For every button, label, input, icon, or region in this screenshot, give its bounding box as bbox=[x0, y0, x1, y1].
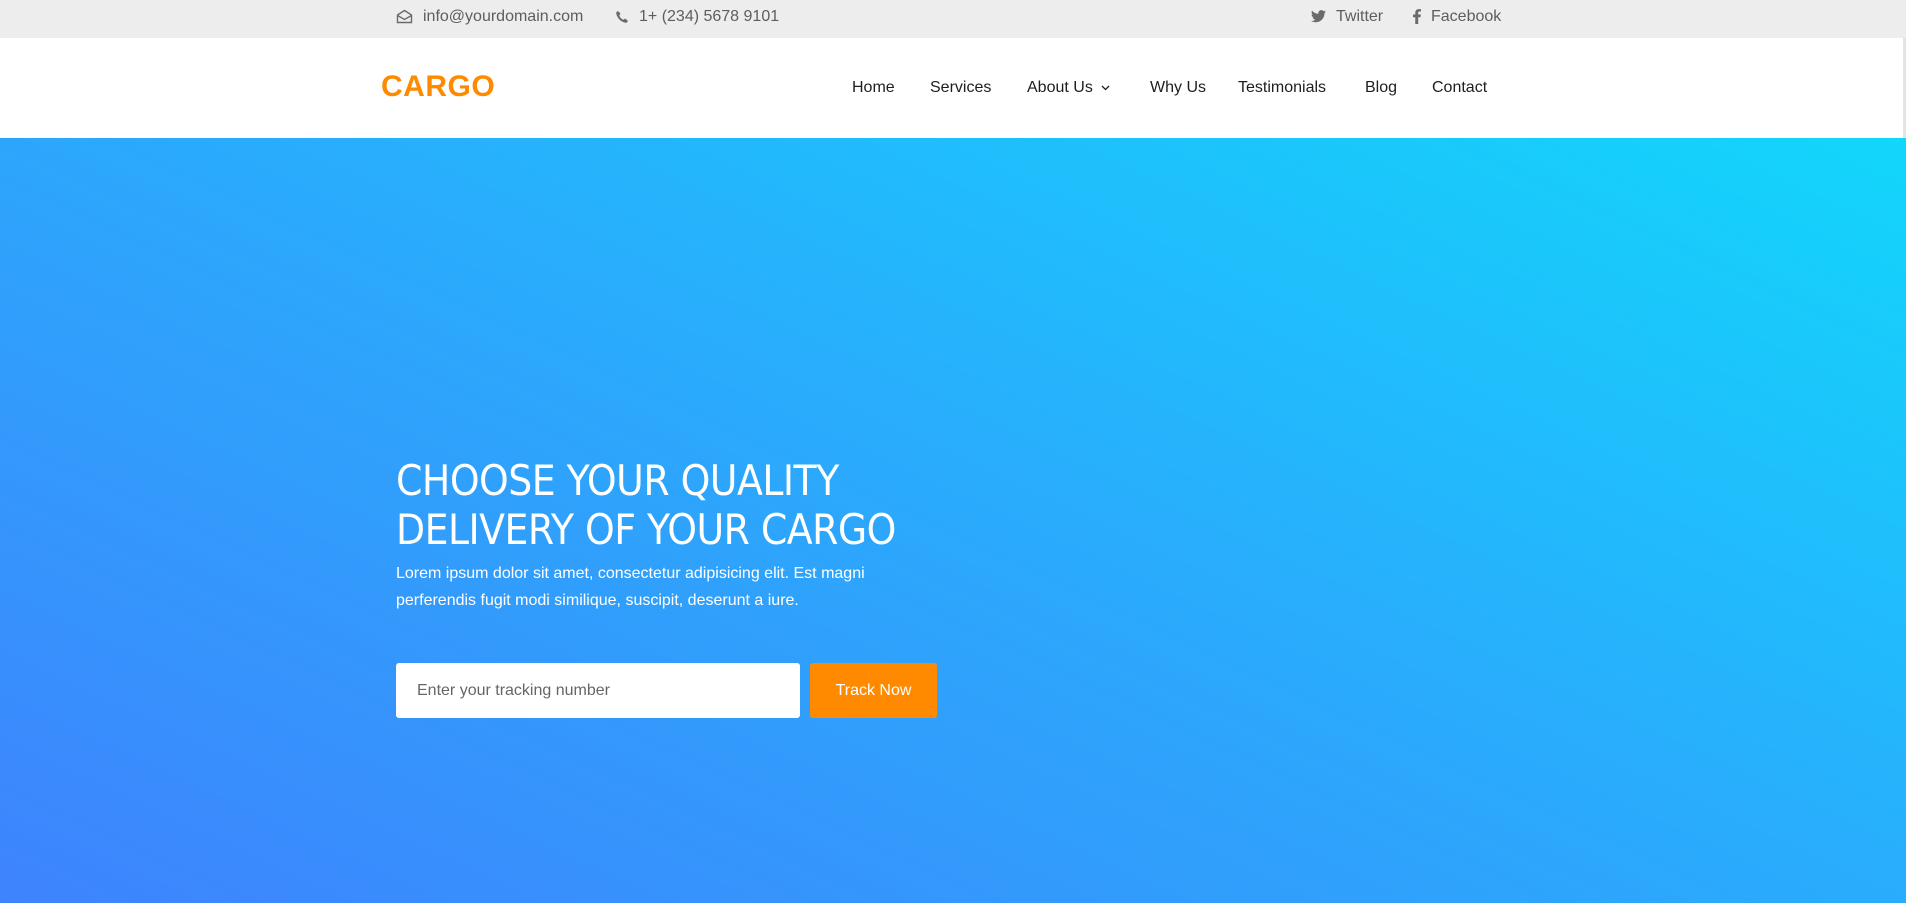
nav-item-why-us[interactable]: Why Us bbox=[1150, 80, 1206, 96]
nav-item-label: Why Us bbox=[1150, 79, 1206, 96]
nav-item-label: Blog bbox=[1365, 79, 1398, 96]
twitter-icon bbox=[1311, 10, 1326, 23]
contact-email[interactable]: info@yourdomain.com bbox=[396, 0, 583, 33]
top-bar: info@yourdomain.com 1+ (234) 5678 9101 T… bbox=[0, 0, 1906, 38]
nav-item-label: Home bbox=[852, 79, 895, 96]
track-now-button[interactable]: Track Now bbox=[810, 663, 937, 718]
twitter-link-text: Twitter bbox=[1336, 7, 1384, 25]
nav-item-testimonials[interactable]: Testimonials bbox=[1238, 80, 1326, 96]
chevron-down-icon bbox=[1101, 85, 1110, 91]
twitter-link[interactable]: Twitter bbox=[1311, 0, 1383, 33]
nav-item-about-us[interactable]: About Us bbox=[1027, 80, 1110, 96]
hero-title: CHOOSE YOUR QUALITY DELIVERY OF YOUR CAR… bbox=[396, 456, 896, 554]
contact-phone-text: 1+ (234) 5678 9101 bbox=[639, 7, 780, 25]
site-header: CARGO Home Services About Us Why Us Test… bbox=[0, 38, 1906, 138]
envelope-icon bbox=[396, 9, 413, 24]
nav-item-label: Contact bbox=[1432, 79, 1488, 96]
nav-item-contact[interactable]: Contact bbox=[1432, 80, 1487, 96]
nav-item-label: About Us bbox=[1027, 79, 1093, 96]
facebook-icon bbox=[1413, 9, 1421, 24]
phone-icon bbox=[615, 10, 629, 24]
nav-item-services[interactable]: Services bbox=[930, 80, 991, 96]
contact-email-text: info@yourdomain.com bbox=[423, 7, 584, 25]
site-logo[interactable]: CARGO bbox=[381, 72, 495, 102]
nav-item-label: Testimonials bbox=[1238, 79, 1327, 96]
contact-phone[interactable]: 1+ (234) 5678 9101 bbox=[615, 0, 779, 33]
tracking-number-input[interactable] bbox=[396, 663, 800, 718]
facebook-link-text: Facebook bbox=[1431, 7, 1502, 25]
facebook-link[interactable]: Facebook bbox=[1413, 0, 1501, 33]
hero-description: Lorem ipsum dolor sit amet, consectetur … bbox=[396, 565, 865, 609]
nav-item-label: Services bbox=[930, 79, 992, 96]
nav-item-blog[interactable]: Blog bbox=[1365, 80, 1397, 96]
nav-item-home[interactable]: Home bbox=[852, 80, 895, 96]
hero-section: CHOOSE YOUR QUALITY DELIVERY OF YOUR CAR… bbox=[0, 138, 1906, 903]
